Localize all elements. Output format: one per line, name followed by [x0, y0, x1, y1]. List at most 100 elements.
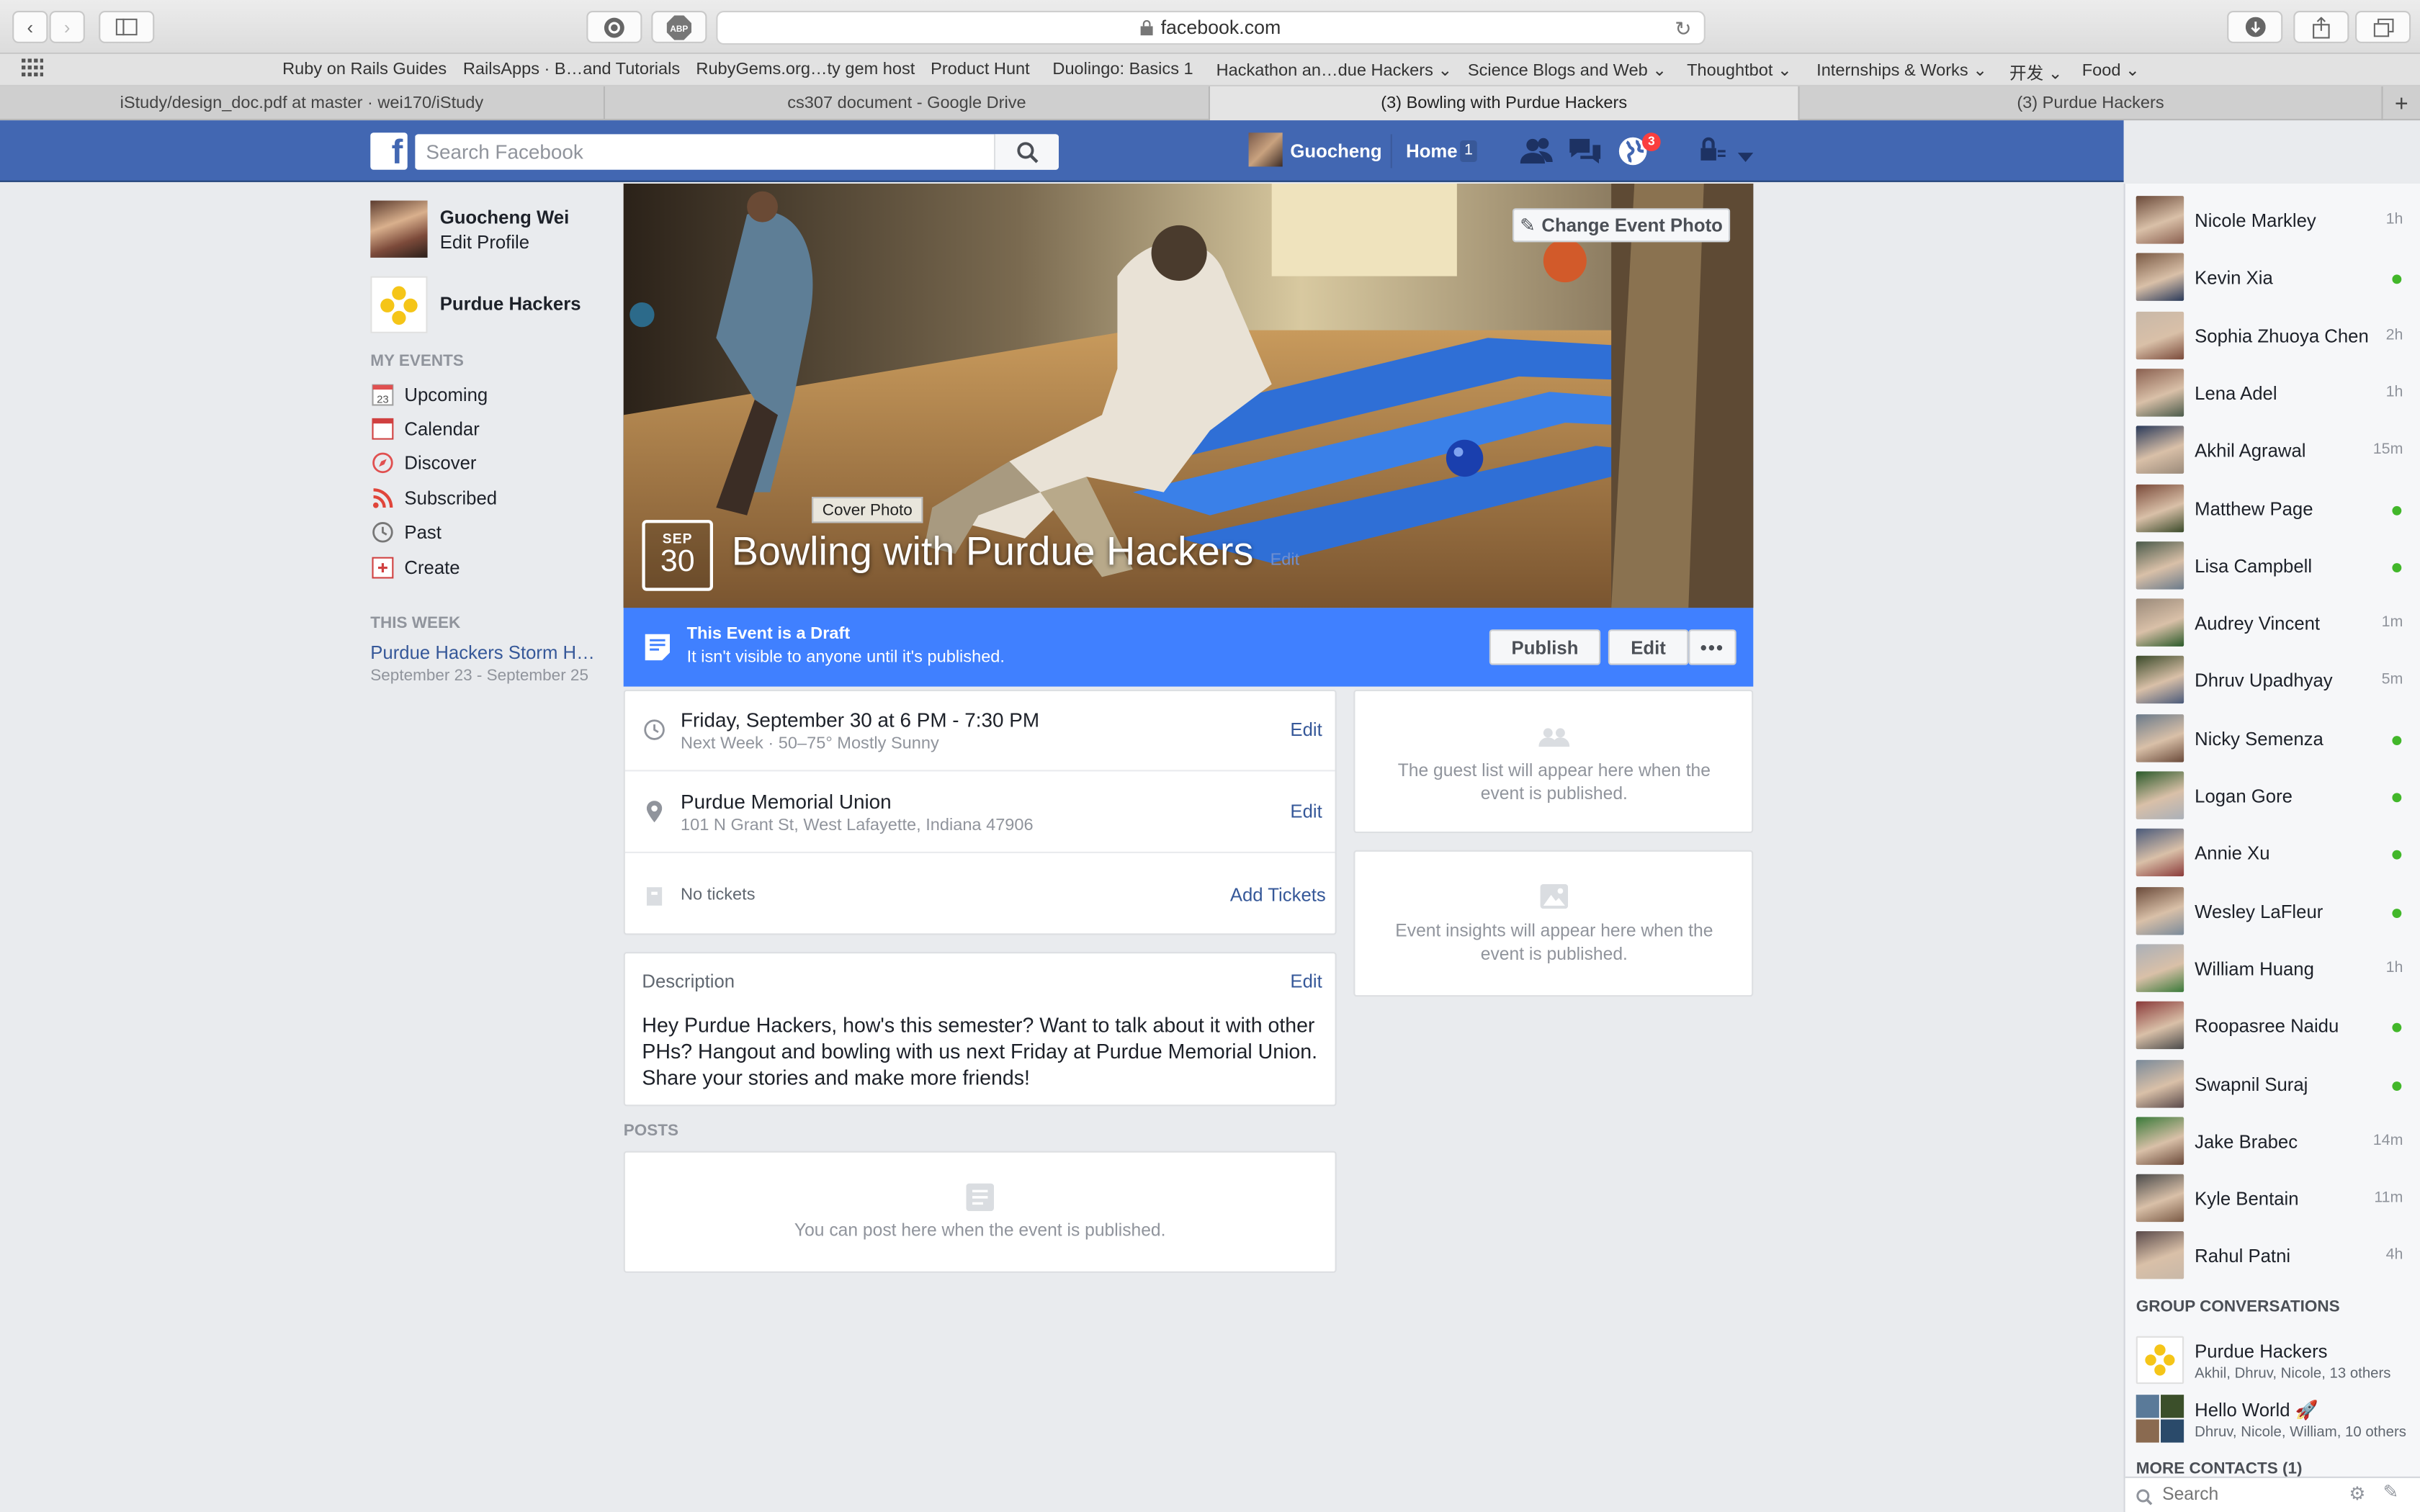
nav-label: Discover: [404, 451, 477, 474]
last-active-time: 5m: [2381, 671, 2403, 689]
change-event-photo-button[interactable]: ✎ Change Event Photo: [1512, 208, 1731, 243]
purdue-hackers-logo-icon: [2145, 1344, 2175, 1376]
edit-time-link[interactable]: Edit: [1290, 719, 1322, 741]
contact-item[interactable]: Nicky Semenza: [2125, 709, 2420, 766]
contact-item[interactable]: Kyle Bentain 11m: [2125, 1169, 2420, 1226]
nav-label: Past: [404, 521, 442, 544]
contact-item[interactable]: William Huang 1h: [2125, 940, 2420, 996]
contact-item[interactable]: Annie Xu: [2125, 824, 2420, 881]
profile-link[interactable]: Guocheng: [1290, 140, 1381, 162]
post-document-icon: [966, 1183, 994, 1219]
new-message-icon[interactable]: ✎: [2383, 1481, 2399, 1503]
group-avatar[interactable]: [370, 276, 428, 333]
edit-description-link[interactable]: Edit: [1290, 971, 1322, 992]
nav-past[interactable]: Past: [370, 518, 442, 546]
facebook-logo[interactable]: f: [370, 132, 408, 170]
bookmark-folder[interactable]: Science Blogs and Web ⌄: [1468, 60, 1667, 81]
reload-icon[interactable]: ↻: [1675, 17, 1691, 42]
more-options-button[interactable]: •••: [1688, 629, 1736, 665]
apps-grid-icon[interactable]: [22, 58, 45, 81]
bookmark-folder[interactable]: Hackathon an…due Hackers ⌄: [1216, 60, 1453, 81]
contact-item[interactable]: Akhil Agrawal 15m: [2125, 421, 2420, 478]
browser-tab[interactable]: (3) Purdue Hackers: [1800, 86, 2383, 121]
edit-profile-link[interactable]: Edit Profile: [440, 231, 529, 253]
tabs-overview-icon[interactable]: [2355, 11, 2411, 43]
bookmark-folder[interactable]: Food ⌄: [2082, 60, 2140, 81]
contact-item[interactable]: Lena Adel 1h: [2125, 364, 2420, 420]
url-text: facebook.com: [1160, 17, 1281, 39]
location-name[interactable]: Purdue Memorial Union: [681, 790, 892, 813]
bookmark-item[interactable]: RailsApps · B…and Tutorials: [463, 60, 680, 79]
nav-discover[interactable]: Discover: [370, 449, 476, 477]
contact-item[interactable]: Dhruv Upadhyay 5m: [2125, 652, 2420, 708]
description-text: Hey Purdue Hackers, how's this semester?…: [642, 1013, 1318, 1089]
contact-item[interactable]: Logan Gore: [2125, 767, 2420, 824]
more-contacts-heading: MORE CONTACTS (1): [2136, 1459, 2303, 1478]
nav-create[interactable]: Create: [370, 554, 460, 582]
publish-button[interactable]: Publish: [1489, 629, 1601, 665]
browser-tab-active[interactable]: (3) Bowling with Purdue Hackers: [1210, 86, 1800, 121]
screen: ‹ › ABP facebook.com ↻ Ruby on Rails Gui…: [0, 0, 2420, 1512]
grammarly-extension-icon[interactable]: [586, 11, 642, 43]
group-conversation[interactable]: Purdue Hackers Akhil, Dhruv, Nicole, 13 …: [2125, 1331, 2420, 1388]
contact-item[interactable]: Roopasree Naidu: [2125, 997, 2420, 1054]
contact-item[interactable]: Rahul Patni 4h: [2125, 1227, 2420, 1284]
edit-location-link[interactable]: Edit: [1290, 801, 1322, 822]
event-title-edit-link[interactable]: Edit: [1270, 551, 1300, 570]
browser-tab[interactable]: iStudy/design_doc.pdf at master · wei170…: [0, 86, 605, 121]
privacy-shortcuts-icon[interactable]: [1699, 136, 1733, 167]
bookmark-item[interactable]: Duolingo: Basics 1: [1052, 60, 1193, 79]
chat-search-input[interactable]: [2162, 1482, 2332, 1508]
search-input[interactable]: [415, 135, 987, 168]
contact-item[interactable]: Wesley LaFleur: [2125, 882, 2420, 939]
contact-item[interactable]: Jake Brabec 14m: [2125, 1112, 2420, 1169]
back-icon[interactable]: ‹: [12, 11, 48, 43]
bookmark-item[interactable]: Ruby on Rails Guides: [282, 60, 447, 79]
bookmark-item[interactable]: Product Hunt: [931, 60, 1030, 79]
draft-subtitle: It isn't visible to anyone until it's pu…: [686, 648, 1005, 667]
contact-item[interactable]: Lisa Campbell: [2125, 536, 2420, 593]
contact-item[interactable]: Swapnil Suraj: [2125, 1055, 2420, 1112]
search-button[interactable]: [994, 134, 1059, 170]
contact-item[interactable]: Kevin Xia: [2125, 249, 2420, 306]
group-link[interactable]: Purdue Hackers: [440, 293, 581, 315]
contact-avatar: [2136, 714, 2184, 762]
downloads-icon[interactable]: [2227, 11, 2283, 43]
contact-name: Wesley LaFleur: [2195, 900, 2323, 922]
friend-requests-icon[interactable]: [1520, 136, 1554, 167]
bookmarks-bar: Ruby on Rails Guides RailsApps · B…and T…: [0, 54, 2420, 86]
group-conversation[interactable]: Hello World 🚀 Dhruv, Nicole, William, 10…: [2125, 1390, 2420, 1447]
account-menu-chevron-icon[interactable]: [1736, 143, 1755, 162]
profile-avatar[interactable]: [370, 200, 428, 258]
pencil-icon: ✎: [1520, 214, 1536, 236]
bookmark-folder[interactable]: Thoughtbot ⌄: [1687, 60, 1792, 81]
nav-upcoming[interactable]: 23 Upcoming: [370, 381, 488, 409]
contact-item[interactable]: Audrey Vincent 1m: [2125, 594, 2420, 651]
share-icon[interactable]: [2293, 11, 2349, 43]
bookmark-item[interactable]: RubyGems.org…ty gem host: [696, 60, 915, 79]
bookmark-folder-label: Thoughtbot: [1687, 61, 1773, 81]
contact-item[interactable]: Nicole Markley 1h: [2125, 192, 2420, 248]
browser-tab[interactable]: cs307 document - Google Drive: [605, 86, 1210, 121]
user-avatar[interactable]: [1248, 132, 1283, 167]
new-tab-icon[interactable]: +: [2383, 86, 2420, 120]
contact-item[interactable]: Matthew Page: [2125, 479, 2420, 536]
adblock-extension-icon[interactable]: ABP: [651, 11, 707, 43]
address-bar[interactable]: facebook.com ↻: [716, 11, 1706, 45]
nav-label: Create: [404, 557, 460, 579]
gear-icon[interactable]: ⚙: [2349, 1482, 2365, 1504]
forward-icon[interactable]: ›: [49, 11, 85, 43]
add-tickets-link[interactable]: Add Tickets: [1230, 884, 1326, 906]
nav-subscribed[interactable]: Subscribed: [370, 485, 497, 513]
bookmark-folder[interactable]: 开发 ⌄: [2009, 60, 2062, 85]
contact-avatar: [2136, 656, 2184, 704]
messages-icon[interactable]: [1568, 136, 1602, 167]
bookmark-folder[interactable]: Internships & Works ⌄: [1816, 60, 1987, 81]
sidebar-toggle-icon[interactable]: [99, 11, 155, 43]
profile-name[interactable]: Guocheng Wei: [440, 207, 570, 228]
edit-event-button[interactable]: Edit: [1608, 629, 1689, 665]
week-event-link[interactable]: Purdue Hackers Storm H…: [370, 642, 595, 663]
home-link[interactable]: Home: [1406, 140, 1457, 162]
contact-item[interactable]: Sophia Zhuoya Chen 2h: [2125, 307, 2420, 364]
nav-calendar[interactable]: Calendar: [370, 415, 480, 443]
